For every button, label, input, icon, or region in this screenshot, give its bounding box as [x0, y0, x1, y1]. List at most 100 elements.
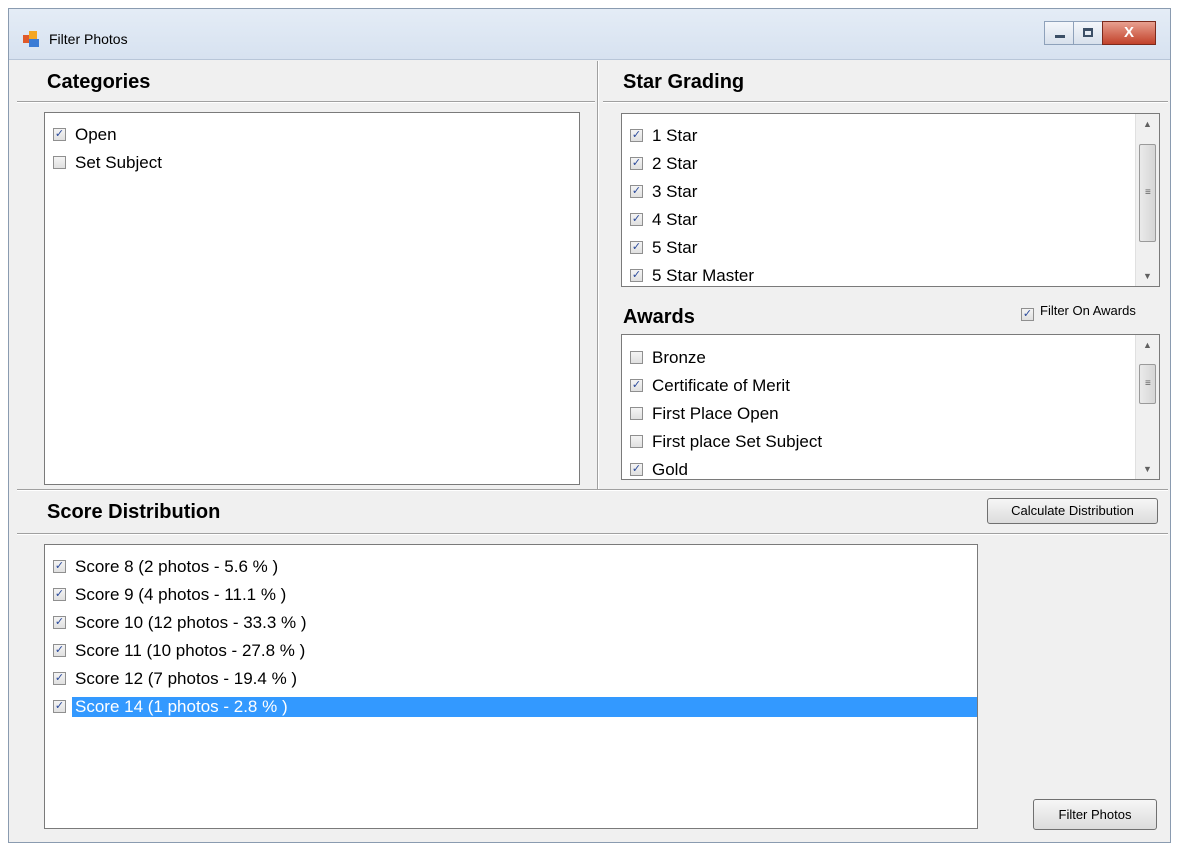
- checkbox-checked-icon[interactable]: ✓: [630, 241, 643, 254]
- star-grade-label: 3 Star: [652, 182, 698, 201]
- score-label: Score 12 (7 photos - 19.4 % ): [75, 669, 298, 688]
- star-grade-item[interactable]: ✓ 4 Star: [622, 206, 1135, 234]
- star-grade-label: 2 Star: [652, 154, 698, 173]
- star-grade-label: 4 Star: [652, 210, 698, 229]
- category-label: Set Subject: [75, 153, 162, 172]
- star-grade-item[interactable]: ✓ 3 Star: [622, 178, 1135, 206]
- grip-icon: ≡: [1145, 378, 1151, 389]
- category-item[interactable]: ✓ Open: [45, 121, 555, 149]
- app-icon: [23, 31, 41, 47]
- checkbox-checked-icon[interactable]: ✓: [53, 616, 66, 629]
- checkbox-checked-icon[interactable]: ✓: [630, 129, 643, 142]
- checkbox-unchecked-icon[interactable]: [630, 407, 643, 420]
- scroll-down-icon[interactable]: ▼: [1136, 271, 1159, 281]
- scroll-down-icon[interactable]: ▼: [1136, 464, 1159, 474]
- score-item[interactable]: ✓ Score 11 (10 photos - 27.8 % ): [45, 637, 977, 665]
- awards-scrollbar[interactable]: ▲ ≡ ▼: [1135, 335, 1159, 479]
- checkbox-unchecked-icon[interactable]: [53, 156, 66, 169]
- checkbox-checked-icon[interactable]: ✓: [630, 213, 643, 226]
- score-item[interactable]: ✓ Score 12 (7 photos - 19.4 % ): [45, 665, 977, 693]
- checkbox-checked-icon[interactable]: ✓: [630, 463, 643, 476]
- title-bar: Filter Photos X: [9, 9, 1170, 60]
- scroll-up-icon[interactable]: ▲: [1136, 119, 1159, 129]
- filter-on-awards-label: Filter On Awards: [1040, 303, 1136, 318]
- star-grade-label: 1 Star: [652, 126, 698, 145]
- close-icon: X: [1123, 24, 1134, 41]
- minimize-button[interactable]: [1044, 21, 1074, 45]
- filter-photos-window: Filter Photos X Categories ✓ Open Set Subj…: [8, 8, 1171, 843]
- filter-photos-button[interactable]: Filter Photos: [1033, 799, 1157, 830]
- star-grading-scrollbar[interactable]: ▲ ≡ ▼: [1135, 114, 1159, 286]
- scrollbar-thumb[interactable]: ≡: [1139, 364, 1156, 404]
- score-distribution-list[interactable]: ✓ Score 8 (2 photos - 5.6 % ) ✓ Score 9 (4 …: [44, 544, 978, 829]
- categories-list[interactable]: ✓ Open Set Subject: [44, 112, 580, 485]
- maximize-button[interactable]: [1073, 21, 1103, 45]
- score-top-separator: [17, 489, 1168, 491]
- star-grading-list[interactable]: ▲ ≡ ▼ ✓ 1 Star ✓ 2 Star ✓ 3 Star ✓ 4 Star ✓ 5 Sta…: [621, 113, 1160, 287]
- award-item[interactable]: First place Set Subject: [622, 428, 1135, 456]
- category-item[interactable]: Set Subject: [45, 149, 555, 177]
- categories-header: Categories: [47, 71, 151, 93]
- award-item[interactable]: First Place Open: [622, 400, 1135, 428]
- awards-header: Awards: [623, 306, 695, 328]
- checkbox-checked-icon[interactable]: ✓: [53, 672, 66, 685]
- maximize-icon: [1083, 28, 1093, 37]
- score-item[interactable]: ✓ Score 10 (12 photos - 33.3 % ): [45, 609, 977, 637]
- star-grading-separator: [603, 101, 1168, 103]
- score-rows: ✓ Score 8 (2 photos - 5.6 % ) ✓ Score 9 (4 …: [45, 553, 977, 721]
- award-item[interactable]: ✓ Gold: [622, 456, 1135, 479]
- checkbox-checked-icon[interactable]: ✓: [630, 157, 643, 170]
- score-item[interactable]: ✓ Score 14 (1 photos - 2.8 % ): [45, 693, 977, 721]
- award-rows: Bronze ✓ Certificate of Merit First Place O…: [622, 344, 1135, 479]
- minimize-icon: [1055, 35, 1065, 38]
- scrollbar-thumb[interactable]: ≡: [1139, 144, 1156, 242]
- star-grade-label: 5 Star: [652, 238, 698, 257]
- award-item[interactable]: Bronze: [622, 344, 1135, 372]
- checkbox-checked-icon[interactable]: ✓: [53, 700, 66, 713]
- categories-separator: [17, 101, 595, 103]
- score-separator: [17, 533, 1168, 535]
- star-grade-item[interactable]: ✓ 5 Star: [622, 234, 1135, 262]
- filter-on-awards-checkbox[interactable]: ✓ Filter On Awards: [1021, 303, 1136, 321]
- checkbox-checked-icon[interactable]: ✓: [53, 128, 66, 141]
- score-label: Score 8 (2 photos - 5.6 % ): [75, 557, 279, 576]
- window-title: Filter Photos: [49, 31, 128, 47]
- score-label: Score 10 (12 photos - 33.3 % ): [75, 613, 307, 632]
- star-grade-item[interactable]: ✓ 1 Star: [622, 122, 1135, 150]
- star-grade-rows: ✓ 1 Star ✓ 2 Star ✓ 3 Star ✓ 4 Star ✓ 5 Star ✓ 5 St…: [622, 122, 1135, 286]
- checkbox-unchecked-icon[interactable]: [630, 435, 643, 448]
- checkbox-checked-icon[interactable]: ✓: [630, 269, 643, 282]
- vertical-splitter[interactable]: [597, 61, 599, 489]
- score-item[interactable]: ✓ Score 8 (2 photos - 5.6 % ): [45, 553, 977, 581]
- score-label: Score 14 (1 photos - 2.8 % ): [72, 697, 977, 717]
- award-label: First Place Open: [652, 404, 779, 423]
- award-label: First place Set Subject: [652, 432, 823, 451]
- score-item[interactable]: ✓ Score 9 (4 photos - 11.1 % ): [45, 581, 977, 609]
- checkbox-checked-icon[interactable]: ✓: [53, 588, 66, 601]
- score-distribution-header: Score Distribution: [47, 501, 221, 523]
- checkbox-checked-icon[interactable]: ✓: [53, 560, 66, 573]
- scroll-up-icon[interactable]: ▲: [1136, 340, 1159, 350]
- score-label: Score 9 (4 photos - 11.1 % ): [75, 585, 287, 604]
- close-button[interactable]: X: [1102, 21, 1156, 45]
- calculate-distribution-button[interactable]: Calculate Distribution: [987, 498, 1158, 524]
- grip-icon: ≡: [1145, 187, 1151, 198]
- score-label: Score 11 (10 photos - 27.8 % ): [75, 641, 306, 660]
- award-item[interactable]: ✓ Certificate of Merit: [622, 372, 1135, 400]
- award-label: Certificate of Merit: [652, 376, 790, 395]
- star-grade-item[interactable]: ✓ 2 Star: [622, 150, 1135, 178]
- window-controls: X: [1044, 21, 1156, 47]
- awards-list[interactable]: ▲ ≡ ▼ Bronze ✓ Certificate of Merit First P…: [621, 334, 1160, 480]
- star-grading-header: Star Grading: [623, 71, 745, 93]
- checkbox-unchecked-icon[interactable]: [630, 351, 643, 364]
- category-rows: ✓ Open Set Subject: [45, 121, 555, 177]
- checkbox-checked-icon[interactable]: ✓: [630, 379, 643, 392]
- award-label: Gold: [652, 460, 688, 479]
- checkbox-icon: ✓: [1021, 308, 1034, 321]
- award-label: Bronze: [652, 348, 706, 367]
- category-label: Open: [75, 125, 117, 144]
- star-grade-label: 5 Star Master: [652, 266, 755, 285]
- checkbox-checked-icon[interactable]: ✓: [53, 644, 66, 657]
- star-grade-item[interactable]: ✓ 5 Star Master: [622, 262, 1135, 286]
- checkbox-checked-icon[interactable]: ✓: [630, 185, 643, 198]
